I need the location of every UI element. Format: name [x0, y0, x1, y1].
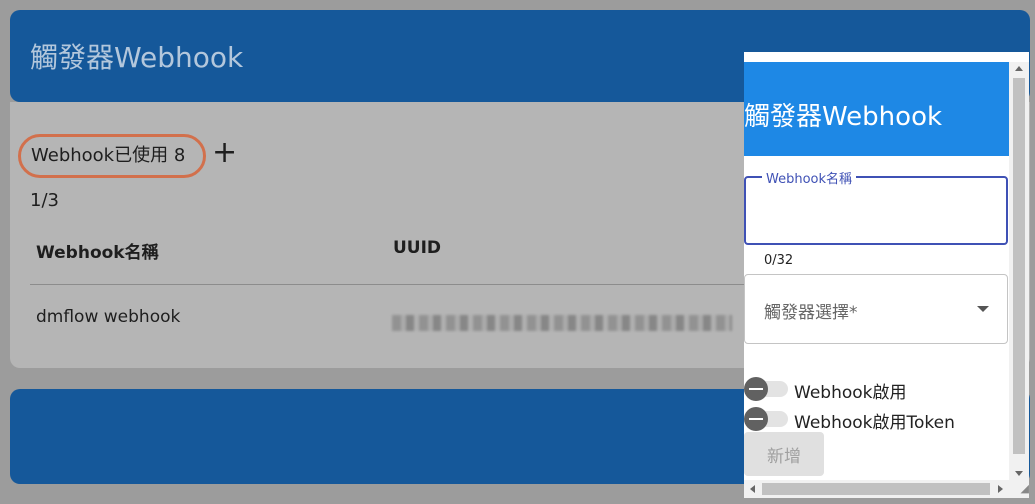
dialog-header: 觸發器Webhook	[744, 62, 1009, 156]
webhook-name-counter: 0/32	[764, 253, 794, 268]
webhook-token-switch[interactable]: Webhook啟用Token	[744, 407, 994, 433]
create-webhook-dialog: 觸發器Webhook Webhook名稱 0/32 觸發器選擇* Webhook…	[744, 52, 1029, 498]
scroll-right-icon[interactable]	[998, 485, 1003, 493]
trigger-select-placeholder: 觸發器選擇*	[764, 303, 858, 323]
webhook-token-label: Webhook啟用Token	[794, 413, 955, 433]
page-title: 觸發器Webhook	[30, 41, 244, 74]
scroll-down-icon[interactable]	[1015, 471, 1023, 476]
vertical-scroll-thumb[interactable]	[1013, 78, 1025, 454]
switch-thumb-minus-icon[interactable]	[744, 407, 768, 431]
chevron-down-icon[interactable]	[977, 306, 989, 312]
scroll-up-icon[interactable]	[1015, 66, 1023, 71]
webhook-enable-switch[interactable]: Webhook啟用	[744, 377, 974, 403]
add-button[interactable]: 新增	[744, 432, 824, 476]
page-count: 1/3	[30, 190, 59, 211]
horizontal-scrollbar[interactable]	[744, 480, 1009, 498]
resize-grip-icon[interactable]: ◢	[1009, 480, 1029, 498]
horizontal-scroll-thumb[interactable]	[762, 483, 990, 495]
webhook-usage-label: Webhook已使用 8	[18, 134, 206, 178]
table-divider	[30, 284, 745, 285]
scroll-left-icon[interactable]	[750, 485, 755, 493]
webhook-name-field[interactable]: Webhook名稱	[744, 168, 1008, 245]
trigger-select[interactable]: 觸發器選擇*	[744, 274, 1008, 344]
dialog-title: 觸發器Webhook	[744, 102, 943, 132]
switch-thumb-minus-icon[interactable]	[744, 377, 768, 401]
table-row-name[interactable]: dmflow webhook	[36, 307, 180, 327]
webhook-name-label: Webhook名稱	[762, 168, 857, 187]
column-header-uuid: UUID	[393, 238, 442, 258]
table-row-uuid-blurred	[392, 315, 732, 331]
webhook-enable-label: Webhook啟用	[794, 383, 907, 403]
add-webhook-icon[interactable]: +	[212, 138, 237, 168]
column-header-name: Webhook名稱	[36, 243, 159, 263]
vertical-scrollbar[interactable]	[1009, 62, 1029, 480]
